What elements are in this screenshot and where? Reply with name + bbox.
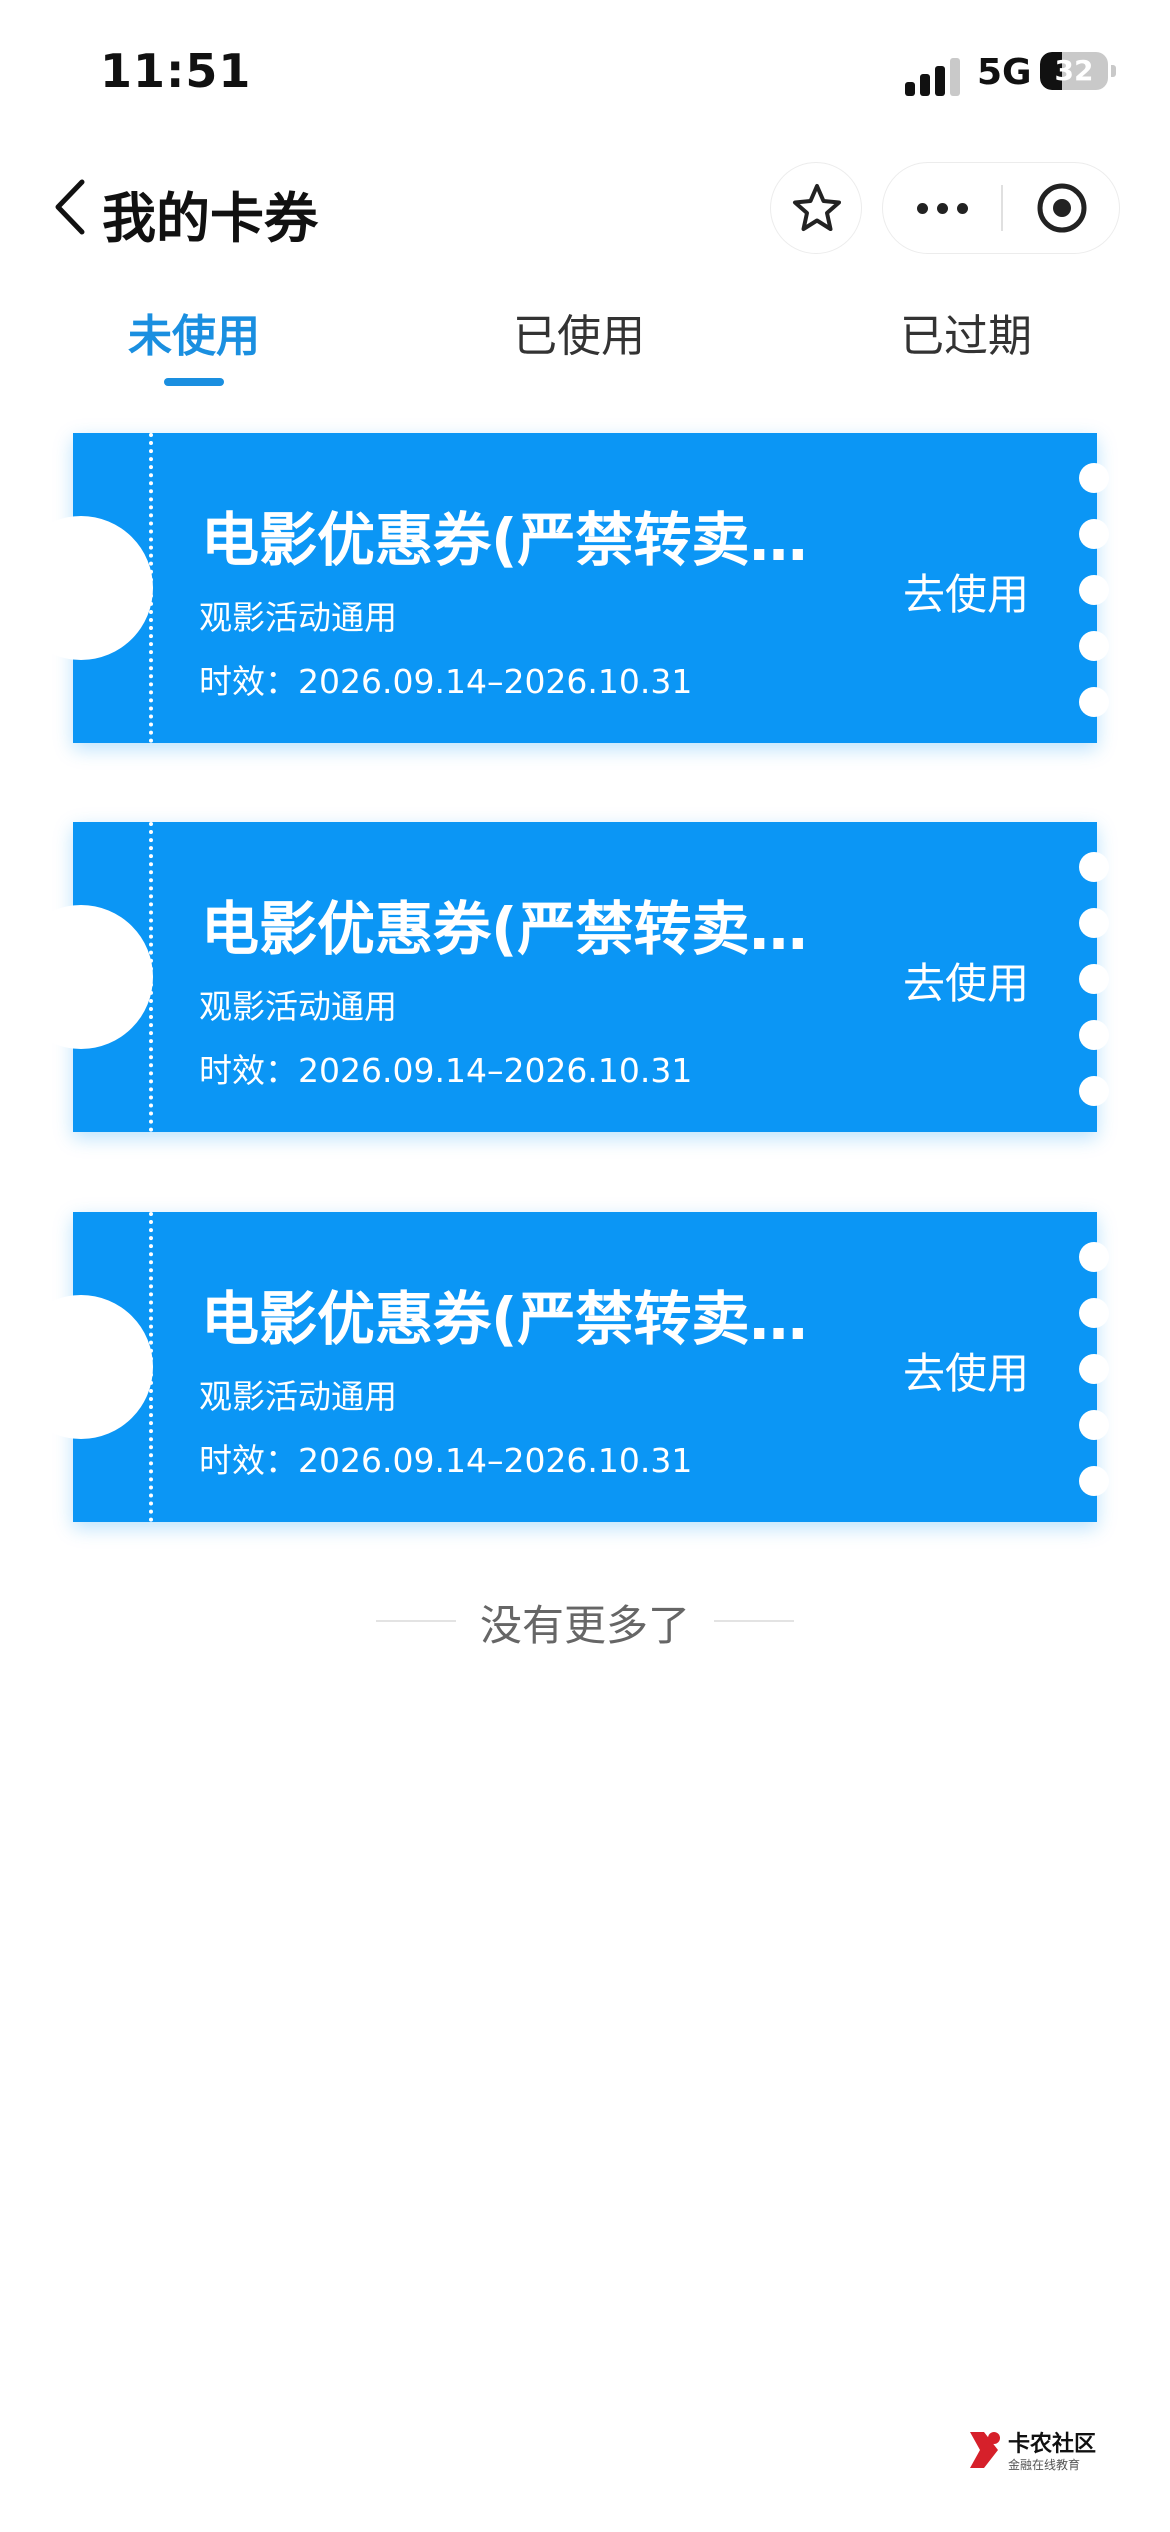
coupon-scallop xyxy=(1079,519,1109,549)
more-button[interactable] xyxy=(883,163,1001,252)
coupon-card[interactable]: 电影优惠券(严禁转卖… 观影活动通用 时效：2026.09.14–2026.10… xyxy=(9,433,1109,743)
active-tab-indicator xyxy=(164,378,224,386)
coupon-subtitle: 观影活动通用 xyxy=(199,1377,397,1416)
logo-tagline: 金融在线教育 xyxy=(1008,2458,1081,2472)
status-bar: 11:51 5G 32 xyxy=(0,0,1170,150)
coupon-title: 电影优惠券(严禁转卖… xyxy=(201,1285,808,1353)
page-title: 我的卡券 xyxy=(102,187,318,250)
coupon-scallop xyxy=(1079,964,1109,994)
coupon-scallop xyxy=(1079,908,1109,938)
community-logo: 卡农社区 金融在线教育 xyxy=(964,2424,1114,2484)
cellular-signal-icon xyxy=(905,56,965,96)
coupon-card[interactable]: 电影优惠券(严禁转卖… 观影活动通用 时效：2026.09.14–2026.10… xyxy=(9,822,1109,1132)
coupon-validity: 时效：2026.09.14–2026.10.31 xyxy=(199,662,693,701)
coupon-title: 电影优惠券(严禁转卖… xyxy=(201,895,808,963)
coupon-perforation xyxy=(149,1212,153,1522)
coupon-scallop xyxy=(1079,631,1109,661)
logo-mark-icon xyxy=(970,2432,1000,2468)
coupon-validity: 时效：2026.09.14–2026.10.31 xyxy=(199,1051,693,1090)
mini-program-capsule xyxy=(882,162,1120,254)
use-coupon-button[interactable]: 去使用 xyxy=(903,1340,1029,1401)
coupon-scallop xyxy=(1079,1410,1109,1440)
battery-icon: 32 xyxy=(1040,52,1108,90)
close-mini-program-button[interactable] xyxy=(1003,163,1119,252)
use-coupon-button[interactable]: 去使用 xyxy=(903,950,1029,1011)
coupon-subtitle: 观影活动通用 xyxy=(199,598,397,637)
coupon-scallop xyxy=(1079,575,1109,605)
tab-unused[interactable]: 未使用 xyxy=(84,300,304,364)
target-circle-icon xyxy=(1037,183,1087,233)
coupon-scallop xyxy=(1079,687,1109,717)
coupon-notch xyxy=(9,905,153,1049)
coupon-perforation xyxy=(149,433,153,743)
coupon-scallop xyxy=(1079,1298,1109,1328)
status-time: 11:51 xyxy=(100,44,252,98)
network-type: 5G xyxy=(977,52,1032,93)
coupon-scallop xyxy=(1079,852,1109,882)
divider-line xyxy=(714,1620,794,1622)
coupon-scallop xyxy=(1079,1354,1109,1384)
coupon-scallop xyxy=(1079,1242,1109,1272)
back-chevron-icon[interactable] xyxy=(48,176,92,238)
logo-name: 卡农社区 xyxy=(1008,2432,1097,2457)
coupon-title: 电影优惠券(严禁转卖… xyxy=(201,506,808,574)
battery-level: 32 xyxy=(1054,54,1094,87)
coupon-scallop xyxy=(1079,1020,1109,1050)
coupon-scallop xyxy=(1079,1466,1109,1496)
coupon-validity: 时效：2026.09.14–2026.10.31 xyxy=(199,1441,693,1480)
use-coupon-button[interactable]: 去使用 xyxy=(903,561,1029,622)
coupon-subtitle: 观影活动通用 xyxy=(199,987,397,1026)
coupon-perforation xyxy=(149,822,153,1132)
coupon-notch xyxy=(9,1295,153,1439)
coupon-notch xyxy=(9,516,153,660)
list-end-text: 没有更多了 xyxy=(479,1601,690,1650)
coupon-scallop xyxy=(1079,463,1109,493)
coupon-scallop xyxy=(1079,1076,1109,1106)
star-icon xyxy=(793,184,841,231)
coupon-card[interactable]: 电影优惠券(严禁转卖… 观影活动通用 时效：2026.09.14–2026.10… xyxy=(9,1212,1109,1522)
battery-tip xyxy=(1111,65,1116,77)
favorite-button[interactable] xyxy=(770,162,862,254)
tab-used[interactable]: 已使用 xyxy=(469,300,689,364)
tab-expired[interactable]: 已过期 xyxy=(856,300,1076,364)
